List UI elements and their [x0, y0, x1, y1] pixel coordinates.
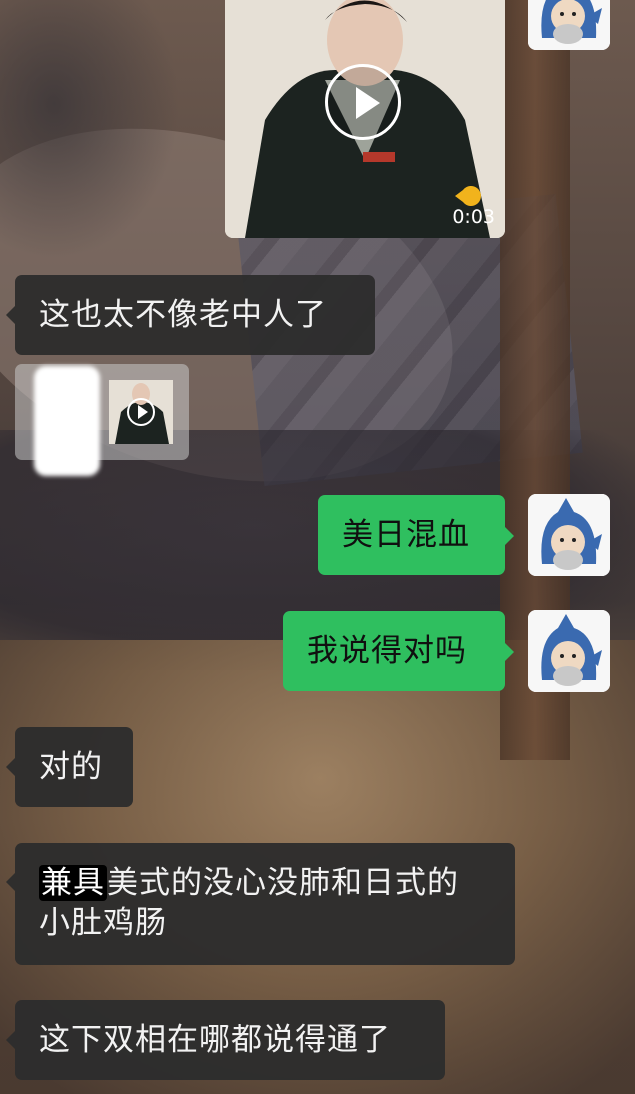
video-message[interactable]: 0:03	[225, 0, 505, 238]
shark-costume-avatar-icon[interactable]	[528, 0, 610, 50]
message-text-line-2: 小肚鸡肠	[39, 905, 167, 941]
bubble-tail	[505, 527, 514, 545]
quoted-video-thumbnail	[109, 380, 173, 444]
message-text: 美式的没心没肺和日式的	[107, 865, 459, 901]
redacted-area	[34, 366, 100, 476]
play-icon	[127, 398, 155, 426]
message-bubble-outgoing[interactable]: 美日混血	[318, 495, 505, 575]
bubble-tail	[6, 758, 15, 776]
message-bubble-incoming[interactable]: 对的	[15, 727, 133, 807]
message-bubble-outgoing[interactable]: 我说得对吗	[283, 611, 505, 691]
message-text-line-1: 兼具美式的没心没肺和日式的	[39, 863, 491, 903]
message-text: 这下双相在哪都说得通了	[39, 1022, 391, 1058]
shark-costume-avatar-icon[interactable]	[528, 494, 610, 576]
message-text: 美日混血	[342, 517, 470, 553]
highlighted-text: 兼具	[39, 865, 107, 901]
video-duration: 0:03	[452, 206, 495, 228]
message-text: 我说得对吗	[307, 633, 467, 669]
message-bubble-incoming[interactable]: 这下双相在哪都说得通了	[15, 1000, 445, 1080]
quoted-video-card[interactable]	[15, 364, 189, 476]
bubble-tail	[505, 643, 514, 661]
message-bubble-incoming[interactable]: 兼具美式的没心没肺和日式的 小肚鸡肠	[15, 843, 515, 965]
bubble-tail	[6, 1031, 15, 1049]
shark-costume-avatar-icon[interactable]	[528, 610, 610, 692]
message-text: 这也太不像老中人了	[39, 297, 327, 333]
message-text: 对的	[39, 749, 103, 785]
bubble-tail	[6, 873, 15, 891]
bubble-tail	[6, 306, 15, 324]
play-icon[interactable]	[325, 64, 401, 140]
message-bubble-incoming[interactable]: 这也太不像老中人了	[15, 275, 375, 355]
